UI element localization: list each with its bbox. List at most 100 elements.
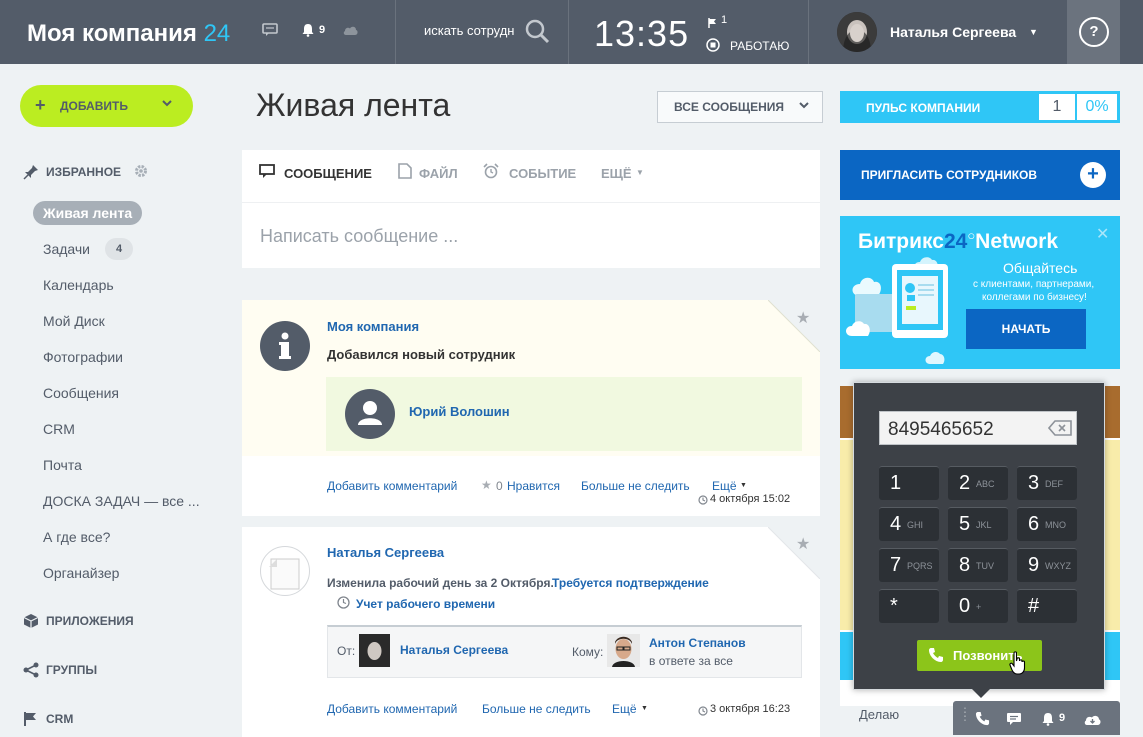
flag-icon	[708, 15, 718, 31]
user-avatar[interactable]	[837, 12, 877, 52]
unfollow-link[interactable]: Больше не следить	[482, 702, 591, 716]
star-icon[interactable]: ★	[796, 308, 810, 328]
dial-key-letters: JKL	[976, 520, 992, 530]
network-title-network: Network	[975, 230, 1059, 253]
phone-icon[interactable]	[975, 711, 990, 729]
flag-icon	[23, 711, 39, 730]
dial-key-digit: 6	[1028, 513, 1040, 535]
compose-input[interactable]: Написать сообщение ...	[260, 226, 458, 247]
dial-key-star[interactable]: *	[879, 589, 939, 623]
more-link[interactable]: Ещё	[712, 479, 737, 493]
unfollow-link[interactable]: Больше не следить	[581, 479, 690, 493]
dial-key-5[interactable]: 5 JKL	[948, 507, 1008, 541]
logo[interactable]: Моя компания 24	[27, 20, 230, 48]
bell-icon[interactable]	[1041, 712, 1055, 729]
alarm-clock-icon	[483, 163, 499, 183]
star-icon[interactable]: ★	[796, 534, 810, 554]
dial-key-6[interactable]: 6 MNO	[1017, 507, 1077, 541]
sidebar-item-messages[interactable]: Сообщения	[43, 385, 119, 401]
invite-button[interactable]: ПРИГЛАСИТЬ СОТРУДНИКОВ +	[840, 150, 1120, 200]
sidebar-item-where-is-everyone[interactable]: А где все?	[43, 529, 110, 545]
dial-key-4[interactable]: 4 GHI	[879, 507, 939, 541]
cloud-icon[interactable]	[1083, 712, 1102, 729]
sidebar-item-mail[interactable]: Почта	[43, 457, 82, 473]
dial-key-0[interactable]: 0 +	[948, 589, 1008, 623]
tab-message[interactable]: СООБЩЕНИЕ	[284, 166, 372, 181]
clock[interactable]: 13:35	[594, 13, 689, 55]
network-title-number: 24	[943, 230, 968, 253]
close-icon[interactable]: ✕	[1096, 224, 1109, 244]
add-comment-link[interactable]: Добавить комментарий	[327, 479, 457, 493]
dial-key-7[interactable]: 7 PQRS	[879, 548, 939, 582]
employee-card	[326, 377, 802, 451]
dial-key-1[interactable]: 1	[879, 466, 939, 500]
sidebar-item-photos[interactable]: Фотографии	[43, 349, 123, 365]
backspace-icon[interactable]	[1047, 420, 1072, 439]
chat-icon[interactable]	[262, 23, 278, 40]
clock-icon	[698, 493, 708, 508]
dial-key-2[interactable]: 2 ABC	[948, 466, 1008, 500]
dial-key-digit: #	[1028, 595, 1040, 617]
apps-header[interactable]: ПРИЛОЖЕНИЯ	[46, 614, 134, 628]
drag-handle-icon[interactable]: ⋮ ⋮	[959, 706, 971, 722]
dial-key-digit: 7	[890, 554, 902, 576]
bottom-notification-count: 9	[1059, 712, 1066, 724]
add-button-label: ДОБАВИТЬ	[60, 99, 128, 113]
from-name[interactable]: Наталья Сергеева	[400, 643, 508, 657]
more-link[interactable]: Ещё	[612, 702, 637, 716]
favorites-header[interactable]: ИЗБРАННОЕ	[46, 165, 121, 179]
search-icon[interactable]	[524, 18, 550, 47]
groups-header[interactable]: ГРУППЫ	[46, 663, 97, 677]
stop-icon[interactable]	[706, 38, 720, 55]
post-author[interactable]: Наталья Сергеева	[327, 545, 444, 560]
dial-key-3[interactable]: 3 DEF	[1017, 466, 1077, 500]
share-icon	[23, 662, 39, 681]
work-status[interactable]: РАБОТАЮ	[730, 39, 789, 53]
like-link[interactable]: Нравится	[507, 479, 560, 493]
page-title: Живая лента	[256, 87, 451, 123]
to-avatar[interactable]	[607, 634, 640, 667]
chat-icon[interactable]	[1006, 712, 1022, 729]
sidebar-item-my-drive[interactable]: Мой Диск	[43, 313, 105, 329]
sidebar-item-calendar[interactable]: Календарь	[43, 277, 114, 293]
employee-name[interactable]: Юрий Волошин	[409, 404, 510, 419]
invite-label: ПРИГЛАСИТЬ СОТРУДНИКОВ	[861, 168, 1038, 182]
tab-more[interactable]: ЕЩЁ	[601, 166, 632, 181]
dial-key-hash[interactable]: #	[1017, 589, 1077, 623]
cloud-icon[interactable]	[342, 23, 359, 39]
bell-icon[interactable]	[301, 23, 315, 40]
tab-event[interactable]: СОБЫТИЕ	[509, 166, 576, 181]
post-author[interactable]: Моя компания	[327, 319, 419, 334]
sidebar-item-live-feed[interactable]: Живая лента	[33, 201, 143, 225]
author-avatar[interactable]	[260, 546, 310, 596]
filter-dropdown[interactable]: ВСЕ СООБЩЕНИЯ	[657, 91, 823, 123]
info-icon	[260, 321, 310, 371]
sidebar-item-tasks[interactable]: Задачи	[43, 241, 90, 257]
to-name[interactable]: Антон Степанов	[649, 636, 746, 650]
dial-key-9[interactable]: 9 WXYZ	[1017, 548, 1077, 582]
time-tracking-link[interactable]: Учет рабочего времени	[356, 597, 495, 611]
sidebar-item-task-board[interactable]: ДОСКА ЗАДАЧ — все ...	[43, 493, 200, 509]
crm-header[interactable]: CRM	[46, 712, 73, 726]
plus-icon: +	[35, 95, 46, 115]
gear-icon[interactable]	[134, 164, 148, 181]
caret-down-icon: ▼	[636, 168, 644, 177]
add-button[interactable]: + ДОБАВИТЬ	[20, 85, 193, 127]
network-start-button[interactable]: НАЧАТЬ	[966, 309, 1086, 349]
tab-file[interactable]: ФАЙЛ	[419, 166, 458, 181]
network-desc-line2: коллегами по бизнесу!	[982, 292, 1087, 303]
help-button[interactable]: ?	[1079, 17, 1109, 47]
dial-key-8[interactable]: 8 TUV	[948, 548, 1008, 582]
status-text: Делаю	[859, 707, 900, 722]
confirmation-link[interactable]: Требуется подтверждение	[552, 576, 709, 590]
sidebar-item-crm[interactable]: CRM	[43, 421, 75, 437]
from-avatar[interactable]	[359, 634, 390, 667]
caret-down-icon: ▼	[740, 482, 747, 489]
search-input[interactable]: искать сотрудника	[424, 23, 514, 38]
topbar-divider	[808, 0, 809, 64]
network-circle-icon: ○	[967, 228, 976, 243]
add-comment-link[interactable]: Добавить комментарий	[327, 702, 457, 716]
caret-down-icon[interactable]: ▼	[1029, 27, 1038, 37]
sidebar-item-organizer[interactable]: Органайзер	[43, 565, 119, 581]
user-name[interactable]: Наталья Сергеева	[890, 24, 1016, 40]
